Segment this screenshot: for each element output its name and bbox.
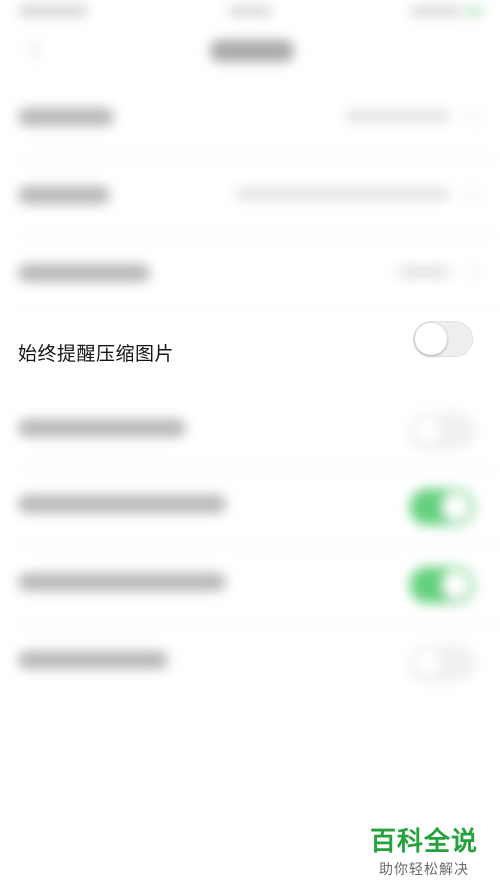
battery-icon <box>465 6 483 16</box>
chevron-right-icon <box>462 264 479 281</box>
watermark-title: 百科全说 <box>369 827 478 857</box>
settings-row-2[interactable] <box>0 158 500 236</box>
row-label-blur <box>18 419 186 437</box>
row-label-blur <box>18 108 114 126</box>
always-remind-compress-label: 始终提醒压缩图片 <box>18 343 175 365</box>
settings-row-5[interactable] <box>0 391 500 469</box>
row-label-blur <box>18 186 110 204</box>
back-arrow-icon[interactable] <box>26 40 48 62</box>
row-label-blur <box>18 495 226 513</box>
toggle-switch[interactable] <box>410 413 474 449</box>
settings-row-7[interactable] <box>0 545 500 623</box>
row-value-blur <box>398 266 450 278</box>
status-indicators-blur <box>410 6 462 16</box>
row-value-blur <box>345 110 450 122</box>
toggle-knob <box>415 323 447 355</box>
status-time-blur <box>228 6 272 16</box>
toggle-switch[interactable] <box>410 489 474 525</box>
page-title-blur <box>210 40 294 62</box>
chevron-right-icon <box>462 108 479 125</box>
watermark-logo: 百科全说 助你轻松解决 <box>364 826 484 879</box>
settings-row-8[interactable] <box>0 623 500 701</box>
nav-bar <box>0 28 500 86</box>
settings-row-1[interactable] <box>0 80 500 158</box>
toggle-switch[interactable] <box>410 567 474 603</box>
row-label-blur <box>18 264 150 282</box>
toggle-switch[interactable] <box>410 645 474 681</box>
settings-row-6[interactable] <box>0 467 500 545</box>
status-carrier-blur <box>18 6 88 16</box>
settings-row-3[interactable] <box>0 236 500 314</box>
row-label-blur <box>18 651 168 669</box>
chevron-right-icon <box>462 186 479 203</box>
always-remind-compress-toggle[interactable] <box>413 321 473 357</box>
settings-screen: 始终提醒压缩图片 百科全说 助你轻松解决 <box>0 0 500 889</box>
row-value-blur <box>235 188 450 200</box>
row-label-blur <box>18 573 226 591</box>
status-bar <box>0 0 500 28</box>
watermark-subtitle: 助你轻松解决 <box>379 862 469 878</box>
